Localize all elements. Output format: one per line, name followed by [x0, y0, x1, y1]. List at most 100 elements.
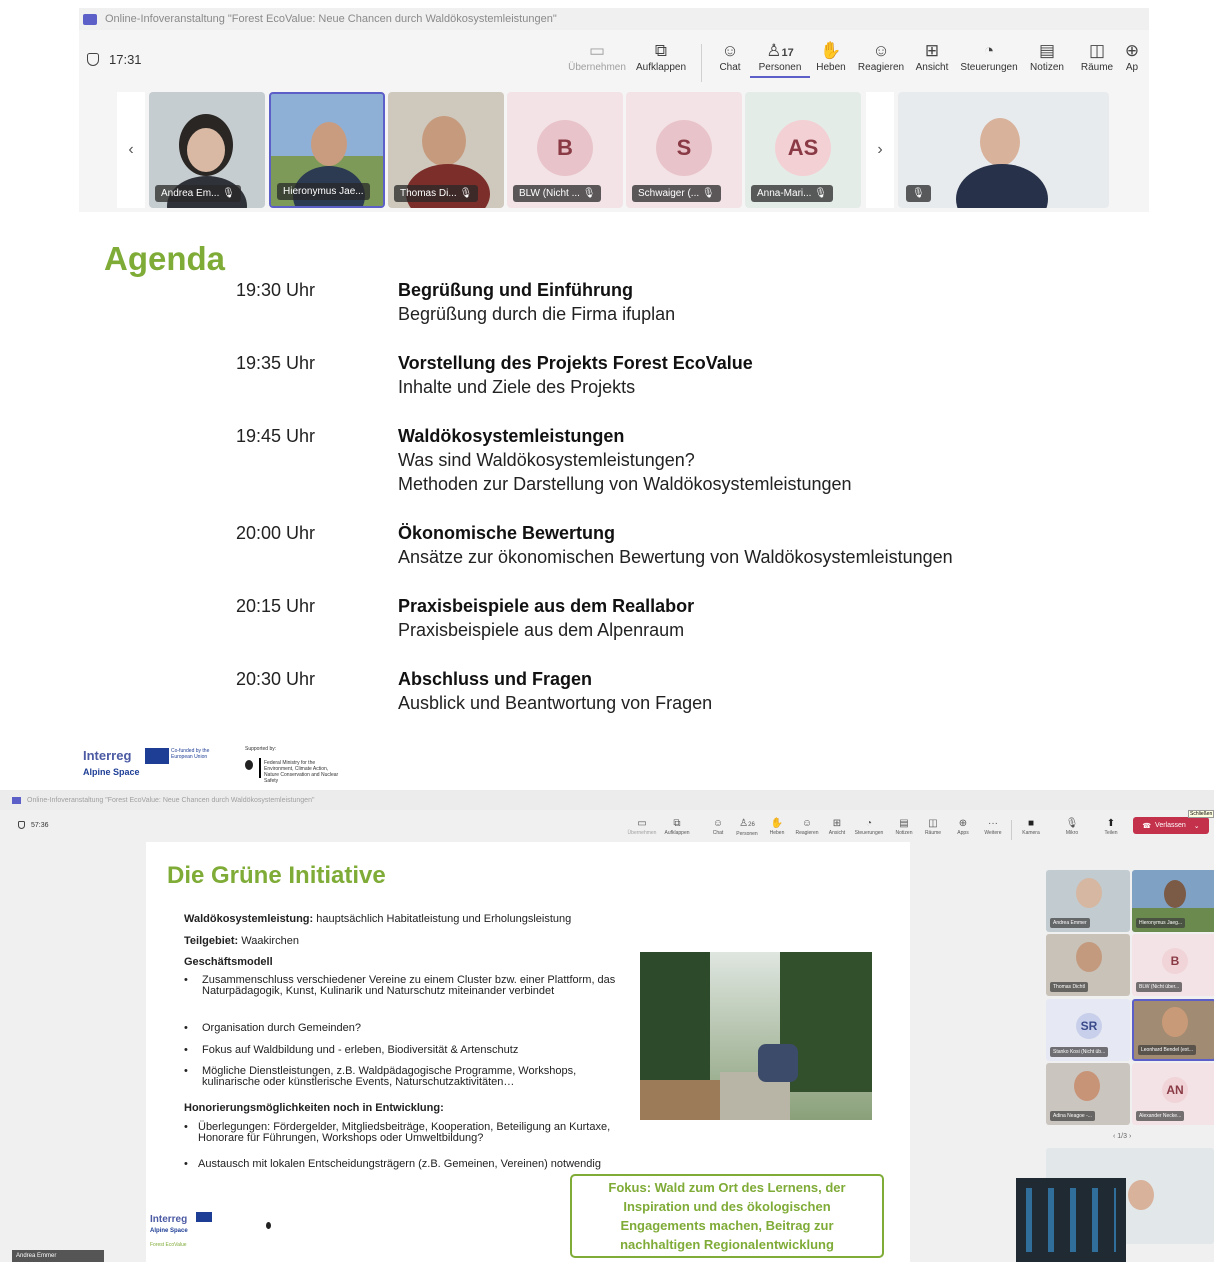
- self-view-tile[interactable]: 🎙: [898, 92, 1109, 208]
- agenda-line: Was sind Waldökosystemleistungen?: [398, 450, 695, 470]
- share-screen-button[interactable]: ▭ Übernehmen: [627, 818, 657, 836]
- participant-tile[interactable]: Thomas Dichtl: [1046, 934, 1130, 996]
- meeting-toolbar: 17:31 ▭ Übernehmen ⧉ Aufklappen ☺ Chat ♙17 P…: [79, 30, 1149, 90]
- avatar: B: [1162, 948, 1188, 974]
- raise-hand-icon: ✋: [770, 818, 784, 829]
- focus-callout: Fokus: Wald zum Ort des Lernens, der Ins…: [570, 1174, 884, 1258]
- participant-tile[interactable]: Andrea Em... 🎙: [149, 92, 265, 208]
- self-name-text: Andrea Emmer: [16, 1253, 57, 1259]
- shield-icon: [87, 53, 99, 66]
- participant-tile[interactable]: B BLW (Nicht über...: [1132, 934, 1214, 996]
- ministry-text: Federal Ministry for the Environment, Cl…: [264, 760, 339, 784]
- apps-button[interactable]: ⊕ Ap: [1112, 40, 1149, 73]
- button-label: Weitere: [984, 830, 1002, 836]
- phone-icon: ☎: [1142, 822, 1152, 830]
- participant-tile[interactable]: AS Anna-Mari... 🎙: [745, 92, 861, 208]
- apps-button[interactable]: ⊕ Apps: [948, 818, 978, 836]
- gallery-pagination[interactable]: ‹ 1/3 ›: [1113, 1133, 1131, 1140]
- participant-name: Schwaiger (... 🎙: [632, 185, 721, 202]
- pop-out-button[interactable]: ⧉ Aufklappen: [631, 40, 691, 73]
- participant-face: [1076, 878, 1102, 908]
- participant-tile[interactable]: AN Alexander Necke...: [1132, 1063, 1214, 1125]
- federal-eagle-icon: [245, 760, 253, 770]
- label-text: Teilgebiet:: [184, 935, 239, 947]
- tree-shape: [640, 952, 710, 1082]
- react-icon: ☺: [801, 818, 813, 829]
- window-title: Online-Infoveranstaltung "Forest EcoValu…: [105, 13, 557, 25]
- value-text: Waakirchen: [241, 935, 299, 947]
- participant-tile[interactable]: SR Stanko Kosi (Nicht üb...: [1046, 999, 1130, 1061]
- participant-tile-speaking[interactable]: Hieronymus Jae...: [269, 92, 385, 208]
- controls-button[interactable]: ◔ Steuerungen: [854, 818, 884, 836]
- mic-button[interactable]: 🎙 Mikro: [1057, 818, 1087, 836]
- button-label: Räume: [924, 830, 942, 836]
- participant-tile[interactable]: Andrea Emmer: [1046, 870, 1130, 932]
- participant-tile[interactable]: B BLW (Nicht ... 🎙: [507, 92, 623, 208]
- controls-button[interactable]: ◔ Steuerungen: [959, 40, 1019, 73]
- participant-tile[interactable]: Adina Neagoe -...: [1046, 1063, 1130, 1125]
- timer-text: 17:31: [109, 52, 142, 67]
- pop-out-button[interactable]: ⧉ Aufklappen: [662, 818, 692, 836]
- bullet-dot: •: [184, 974, 188, 986]
- participant-face: [1162, 1007, 1188, 1037]
- log-pile-shape: [640, 1080, 720, 1120]
- apps-icon: ⊕: [1124, 41, 1140, 60]
- avatar: B: [537, 120, 593, 176]
- leave-label: Verlassen: [1155, 822, 1186, 829]
- people-button[interactable]: ♙26 Personen: [732, 818, 762, 837]
- participant-name-text: Hieronymus Jae...: [283, 186, 364, 197]
- raise-hand-button[interactable]: ✋ Heben: [762, 818, 792, 836]
- tray-icons: [1026, 1188, 1116, 1252]
- share-button[interactable]: ⬆ Teilen: [1096, 818, 1126, 836]
- button-label: Personen: [736, 831, 758, 837]
- agenda-heading: Waldökosystemleistungen: [398, 426, 625, 446]
- people-count: 26: [748, 822, 755, 828]
- react-button[interactable]: ☺ Reagieren: [792, 818, 822, 836]
- strip-prev-button[interactable]: ‹: [117, 92, 145, 208]
- agenda-time: 19:35 Uhr: [236, 353, 316, 373]
- button-label: Aufklappen: [664, 830, 690, 836]
- agenda-line: Inhalte und Ziele des Projekts: [398, 377, 636, 397]
- bullet-text: Austausch mit lokalen Entscheidungsträge…: [198, 1158, 601, 1170]
- bullet-text: Zusammenschluss verschiedener Vereine zu…: [202, 974, 616, 997]
- view-button[interactable]: ⊞ Ansicht: [902, 40, 962, 73]
- participant-tile[interactable]: Thomas Di... 🎙: [388, 92, 504, 208]
- agenda-time: 20:00 Uhr: [236, 523, 316, 543]
- participant-name-text: Schwaiger (...: [638, 188, 700, 199]
- participant-face: [1076, 942, 1102, 972]
- agenda-time: 19:30 Uhr: [236, 280, 316, 300]
- participant-name: Adina Neagoe -...: [1050, 1111, 1095, 1121]
- more-button[interactable]: ··· Weitere: [978, 818, 1008, 836]
- slide-title: Agenda: [104, 240, 226, 277]
- notes-icon: ▤: [899, 818, 909, 829]
- apps-icon: ⊕: [958, 818, 968, 829]
- notes-button[interactable]: ▤ Notizen: [889, 818, 919, 836]
- share-screen-button[interactable]: ▭ Übernehmen: [567, 40, 627, 73]
- project-text: Forest EcoValue: [150, 1242, 187, 1248]
- button-label: Chat: [712, 830, 724, 836]
- bullet-dot: •: [184, 1065, 188, 1077]
- alpine-space-text: Alpine Space: [83, 767, 140, 777]
- button-label: Notizen: [895, 830, 913, 836]
- taskbar-tray-popup[interactable]: [1016, 1178, 1126, 1262]
- timer-text: 57:36: [31, 821, 49, 829]
- participant-name: BLW (Nicht ... 🎙: [513, 185, 602, 202]
- supported-by-text: Supported by:: [245, 746, 277, 752]
- participant-tile[interactable]: Hieronymus Jaeg...: [1132, 870, 1214, 932]
- participant-tile-speaking[interactable]: Leonhard Bendel (ext...: [1132, 999, 1214, 1061]
- avatar: AS: [775, 120, 831, 176]
- chevron-left-icon: ‹: [128, 141, 134, 158]
- interreg-text: Interreg: [150, 1214, 188, 1225]
- bullet-dot: •: [184, 1022, 188, 1034]
- agenda-time: 20:15 Uhr: [236, 596, 316, 616]
- participant-name: Thomas Dichtl: [1050, 982, 1088, 992]
- chat-button[interactable]: ☺ Chat: [703, 818, 733, 836]
- leave-button[interactable]: ☎ Verlassen ⌄: [1133, 817, 1209, 834]
- camera-button[interactable]: ■ Kamera: [1016, 818, 1046, 836]
- strip-next-button[interactable]: ›: [866, 92, 894, 208]
- rooms-button[interactable]: ◫ Räume: [918, 818, 948, 836]
- participant-tile[interactable]: S Schwaiger (... 🎙: [626, 92, 742, 208]
- view-button[interactable]: ⊞ Ansicht: [822, 818, 852, 836]
- divider: [259, 758, 261, 778]
- slide-line: Teilgebiet: Waakirchen: [184, 935, 299, 947]
